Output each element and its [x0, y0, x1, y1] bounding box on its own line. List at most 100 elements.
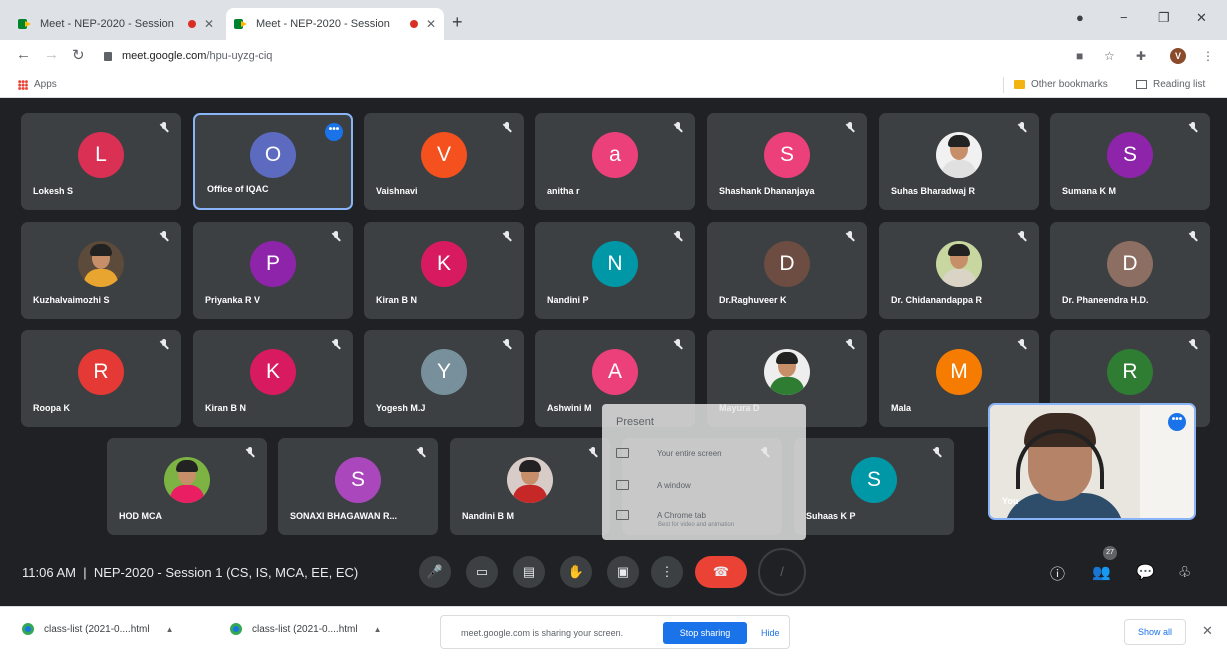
meeting-info: 11:06 AM | NEP-2020 - Session 1 (CS, IS,…: [22, 565, 358, 580]
participant-avatar: D: [764, 240, 810, 287]
reading-list-icon: [1136, 80, 1147, 89]
participant-name: Dr. Chidanandappa R: [891, 295, 983, 305]
activities-icon[interactable]: ♧: [1178, 563, 1191, 581]
download-shelf: class-list (2021-0....html ▲ class-list …: [0, 606, 1227, 657]
extensions-icon[interactable]: ✚: [1136, 49, 1146, 63]
participant-tile[interactable]: Nandini B M: [450, 438, 610, 535]
present-chrome-tab[interactable]: A Chrome tab: [616, 510, 706, 520]
present-now-button[interactable]: ▣: [607, 556, 639, 588]
chat-icon[interactable]: 💬: [1136, 563, 1155, 581]
folder-icon: [1014, 80, 1025, 89]
present-tab-subtitle: Best for video and animation: [658, 522, 735, 528]
window-icon: [616, 480, 629, 490]
tab-close-icon[interactable]: ✕: [204, 17, 214, 31]
other-bookmarks-label: Other bookmarks: [1031, 79, 1108, 90]
tab-meet-2[interactable]: Meet - NEP-2020 - Session ✕: [226, 8, 444, 40]
participant-tile[interactable]: S Shashank Dhananjaya: [707, 113, 867, 210]
meeting-time: 11:06 AM: [22, 565, 76, 580]
profile-avatar[interactable]: V: [1170, 48, 1186, 64]
mic-muted-icon: [673, 122, 683, 134]
participant-name: Kiran B N: [376, 295, 418, 305]
url-host: meet.google.com: [122, 50, 207, 62]
meeting-name: NEP-2020 - Session 1 (CS, IS, MCA, EE, E…: [93, 565, 359, 580]
other-bookmarks[interactable]: Other bookmarks: [1014, 79, 1108, 90]
mic-muted-icon: [416, 447, 426, 459]
apps-bookmark[interactable]: Apps: [18, 79, 57, 90]
mic-muted-icon: [159, 339, 169, 351]
participant-tile[interactable]: S Sumana K M: [1050, 113, 1210, 210]
participant-tile[interactable]: HOD MCA: [107, 438, 267, 535]
participant-avatar: S: [335, 456, 381, 503]
minimize-button[interactable]: −: [1120, 10, 1128, 25]
download-item[interactable]: class-list (2021-0....html ▲: [22, 623, 174, 635]
mic-muted-icon: [331, 231, 341, 243]
participant-name: Office of IQAC: [207, 184, 269, 194]
participant-tile[interactable]: N Nandini P: [535, 222, 695, 319]
tab-search-icon[interactable]: ●: [1076, 10, 1084, 25]
more-options-icon[interactable]: •••: [1168, 413, 1186, 431]
participant-tile[interactable]: K Kiran B N: [364, 222, 524, 319]
camera-toggle-button[interactable]: ▭: [466, 556, 498, 588]
participant-tile[interactable]: Kuzhalvaimozhi S: [21, 222, 181, 319]
download-item[interactable]: class-list (2021-0....html ▲: [230, 623, 382, 635]
reading-list[interactable]: Reading list: [1136, 79, 1205, 90]
camera-in-use-icon[interactable]: ■: [1076, 49, 1083, 63]
participant-tile[interactable]: S Suhaas K P: [794, 438, 954, 535]
participant-avatar: P: [250, 240, 296, 287]
present-entire-screen[interactable]: Your entire screen: [616, 448, 722, 458]
meeting-details-icon[interactable]: ⓘ: [1050, 563, 1065, 584]
chevron-up-icon[interactable]: ▲: [166, 625, 174, 634]
participant-avatar: A: [592, 348, 638, 395]
participant-tile[interactable]: Suhas Bharadwaj R: [879, 113, 1039, 210]
back-icon[interactable]: ←: [16, 46, 31, 63]
new-tab-button[interactable]: +: [452, 12, 463, 33]
bookmark-star-icon[interactable]: ☆: [1104, 49, 1115, 63]
mic-toggle-button[interactable]: 🎤: [419, 556, 451, 588]
show-all-button[interactable]: Show all: [1124, 619, 1186, 645]
participant-tile[interactable]: P Priyanka R V: [193, 222, 353, 319]
reload-icon[interactable]: ↻: [72, 46, 85, 64]
chevron-up-icon[interactable]: ▲: [374, 625, 382, 634]
participant-avatar: K: [250, 348, 296, 395]
mic-muted-icon: [502, 339, 512, 351]
mic-muted-icon: [1017, 339, 1027, 351]
captions-button[interactable]: ▤: [513, 556, 545, 588]
participant-tile[interactable]: D Dr.Raghuveer K: [707, 222, 867, 319]
forward-icon[interactable]: →: [44, 46, 59, 63]
participant-tile[interactable]: a anitha r: [535, 113, 695, 210]
participant-tile[interactable]: Y Yogesh M.J: [364, 330, 524, 427]
tab-meet-1[interactable]: Meet - NEP-2020 - Session ✕: [10, 8, 222, 40]
present-window[interactable]: A window: [616, 480, 691, 490]
leave-call-button[interactable]: ☎: [695, 556, 747, 588]
participant-tile[interactable]: R Roopa K: [21, 330, 181, 427]
more-options-icon[interactable]: •••: [325, 123, 343, 141]
menu-kebab-icon[interactable]: ⋮: [1202, 49, 1214, 63]
participant-name: Ashwini M: [547, 403, 592, 413]
participant-tile[interactable]: Dr. Chidanandappa R: [879, 222, 1039, 319]
address-bar[interactable]: meet.google.com/hpu-uyzg-ciq: [104, 44, 1064, 68]
mic-muted-icon: [588, 447, 598, 459]
close-window-button[interactable]: ✕: [1196, 10, 1207, 26]
present-menu: Present Your entire screen A window A Ch…: [602, 404, 806, 540]
participant-tile[interactable]: L Lokesh S: [21, 113, 181, 210]
lock-icon: [104, 51, 112, 61]
tab-title: Meet - NEP-2020 - Session: [256, 18, 390, 30]
download-filename: class-list (2021-0....html: [252, 623, 358, 635]
restore-button[interactable]: ❐: [1158, 10, 1170, 26]
participant-tile[interactable]: O Office of IQAC •••: [193, 113, 353, 210]
hide-button[interactable]: Hide: [761, 628, 780, 638]
mic-muted-icon: [502, 231, 512, 243]
participant-tile[interactable]: K Kiran B N: [193, 330, 353, 427]
raise-hand-button[interactable]: ✋: [560, 556, 592, 588]
participant-avatar: R: [1107, 348, 1153, 395]
close-shelf-icon[interactable]: ✕: [1202, 623, 1213, 639]
self-view-tile[interactable]: You •••: [988, 403, 1196, 520]
people-icon[interactable]: 👥: [1092, 563, 1111, 581]
stop-sharing-button[interactable]: Stop sharing: [663, 622, 747, 644]
url-path: /hpu-uyzg-ciq: [206, 50, 273, 62]
tab-close-icon[interactable]: ✕: [426, 17, 436, 31]
participant-tile[interactable]: V Vaishnavi: [364, 113, 524, 210]
more-options-button[interactable]: ⋮: [651, 556, 683, 588]
participant-tile[interactable]: D Dr. Phaneendra H.D.: [1050, 222, 1210, 319]
participant-tile[interactable]: S SONAXI BHAGAWAN R...: [278, 438, 438, 535]
